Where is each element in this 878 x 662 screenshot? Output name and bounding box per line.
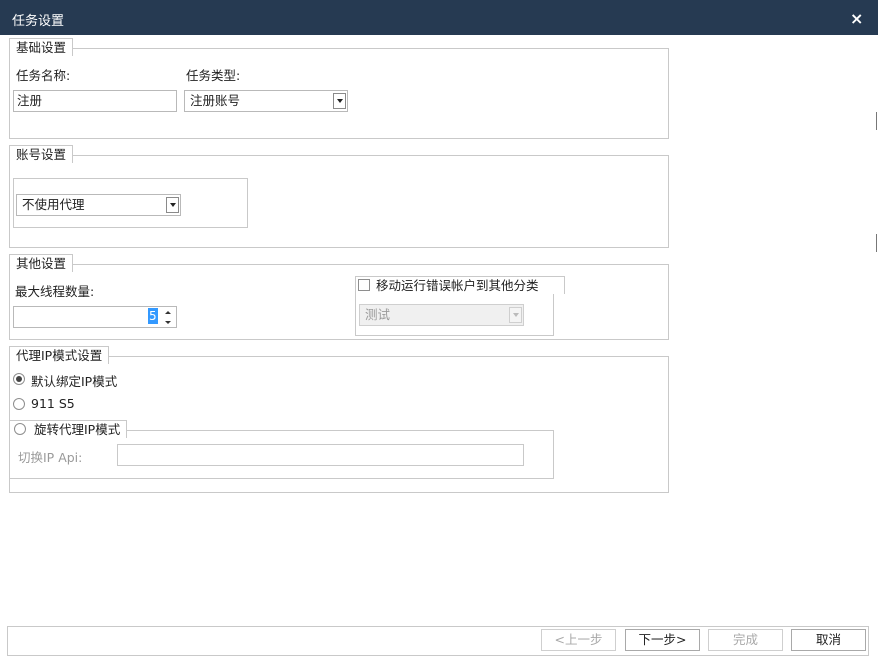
rotate-proxy-legend[interactable]: 旋转代理IP模式 [9, 420, 128, 438]
chevron-down-icon[interactable] [333, 93, 346, 109]
other-settings-group [9, 264, 669, 340]
max-threads-spinner[interactable] [162, 307, 174, 327]
task-name-label: 任务名称: [16, 68, 71, 83]
proxy-ip-legend: 代理IP模式设置 [9, 346, 110, 364]
other-settings-legend: 其他设置 [9, 254, 74, 272]
max-threads-label: 最大线程数量: [15, 284, 95, 299]
category-value: 测试 [365, 307, 391, 322]
radio-default-ip[interactable] [13, 373, 25, 385]
radio-rotate-proxy[interactable] [14, 423, 26, 435]
window-edge-mark [876, 234, 877, 252]
finish-button: 完成 [708, 629, 783, 651]
radio-911-s5-label[interactable]: 911 S5 [31, 396, 75, 411]
basic-settings-legend: 基础设置 [9, 38, 74, 56]
category-select: 测试 [359, 304, 524, 326]
task-type-label: 任务类型: [186, 68, 241, 83]
next-button[interactable]: 下一步> [625, 629, 700, 651]
window-title: 任务设置 [12, 14, 65, 29]
max-threads-value[interactable]: 5 [148, 308, 158, 324]
move-error-label: 移动运行错误帐户到其他分类 [376, 278, 539, 293]
proxy-select[interactable]: 不使用代理 [16, 194, 181, 216]
chevron-down-icon [509, 307, 522, 323]
spin-down-icon[interactable] [162, 317, 174, 327]
switch-api-label: 切换IP Api: [18, 450, 83, 465]
radio-911-s5[interactable] [13, 398, 25, 410]
title-bar: 任务设置 × [0, 0, 878, 35]
move-error-legend[interactable]: 移动运行错误帐户到其他分类 [355, 276, 565, 294]
cancel-button[interactable]: 取消 [791, 629, 866, 651]
prev-button: <上一步 [541, 629, 616, 651]
task-type-select[interactable]: 注册账号 [184, 90, 348, 112]
move-error-checkbox[interactable] [358, 279, 370, 291]
switch-api-input[interactable] [117, 444, 524, 466]
task-type-value: 注册账号 [190, 93, 241, 108]
chevron-down-icon[interactable] [166, 197, 179, 213]
window-edge-mark [876, 112, 877, 130]
close-icon[interactable]: × [850, 9, 863, 28]
proxy-value: 不使用代理 [22, 197, 85, 212]
account-settings-legend: 账号设置 [9, 145, 74, 163]
task-name-input[interactable]: 注册 [13, 90, 177, 112]
radio-rotate-proxy-label: 旋转代理IP模式 [34, 422, 121, 437]
spin-up-icon[interactable] [162, 307, 174, 317]
radio-default-ip-label[interactable]: 默认绑定IP模式 [31, 371, 117, 390]
